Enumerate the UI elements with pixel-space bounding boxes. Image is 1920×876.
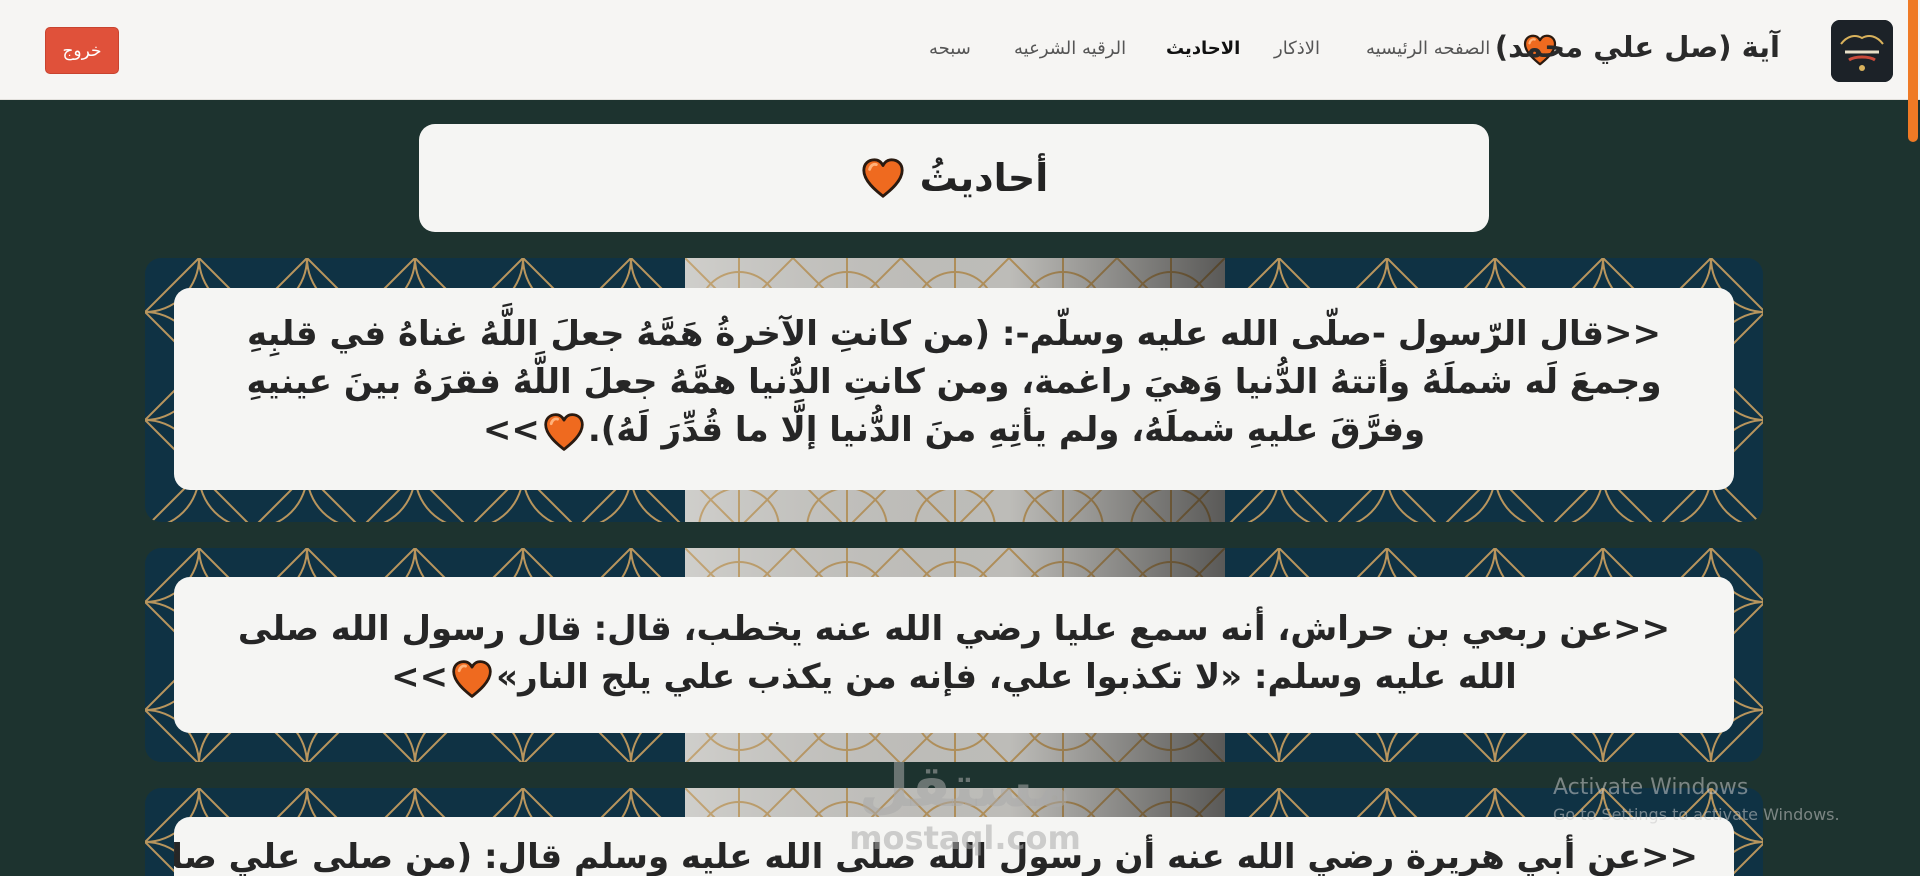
top-navbar: خروج سبحه الرقيه الشرعيه الاحاديث الاذكا… bbox=[0, 0, 1920, 100]
activate-subtitle: Go to Settings to activate Windows. bbox=[1553, 805, 1840, 824]
hadith-end-marker: >> bbox=[482, 410, 540, 450]
activate-windows-notice: Activate Windows Go to Settings to activ… bbox=[1553, 773, 1913, 827]
nav-link-tasbeeh[interactable]: سبحه bbox=[929, 38, 971, 66]
hadith-card: <<قال الرّسول -صلّى الله عليه وسلّم-: (م… bbox=[174, 288, 1734, 490]
heart-icon bbox=[542, 411, 586, 453]
nav-link-hadiths[interactable]: الاحاديث bbox=[1166, 38, 1240, 66]
watermark-site: mostaql.com bbox=[849, 819, 1081, 857]
watermark-arabic: مستقل bbox=[858, 752, 1072, 820]
nav-link-home[interactable]: الصفحه الرئيسيه bbox=[1366, 38, 1490, 66]
page-title: أحاديثُ bbox=[919, 156, 1049, 200]
logo-image-icon bbox=[1831, 20, 1893, 82]
page-scrollbar[interactable] bbox=[1908, 0, 1918, 142]
hadith-text: <<قال الرّسول -صلّى الله عليه وسلّم-: (م… bbox=[246, 314, 1662, 450]
page-heading-card: أحاديثُ bbox=[419, 124, 1489, 232]
hadith-end-marker: >> bbox=[391, 657, 449, 697]
hadith-card: <<عن ربعي بن حراش، أنه سمع عليا رضي الله… bbox=[174, 577, 1734, 733]
activate-title: Activate Windows bbox=[1553, 775, 1749, 800]
mostaql-watermark: مستقل mostaql.com bbox=[830, 752, 1100, 862]
heart-icon bbox=[450, 658, 494, 700]
hadith-panel: <<عن ربعي بن حراش، أنه سمع عليا رضي الله… bbox=[145, 548, 1763, 762]
heart-icon bbox=[860, 156, 906, 200]
brand-logo[interactable] bbox=[1831, 20, 1893, 82]
brand-title[interactable]: آية (صل علي محمد) bbox=[1495, 30, 1780, 70]
nav-link-adhkar[interactable]: الاذكار bbox=[1274, 38, 1320, 66]
hadith-panel: <<قال الرّسول -صلّى الله عليه وسلّم-: (م… bbox=[145, 258, 1763, 522]
logout-button[interactable]: خروج bbox=[45, 27, 119, 74]
nav-link-ruqyah[interactable]: الرقيه الشرعيه bbox=[1014, 38, 1126, 66]
